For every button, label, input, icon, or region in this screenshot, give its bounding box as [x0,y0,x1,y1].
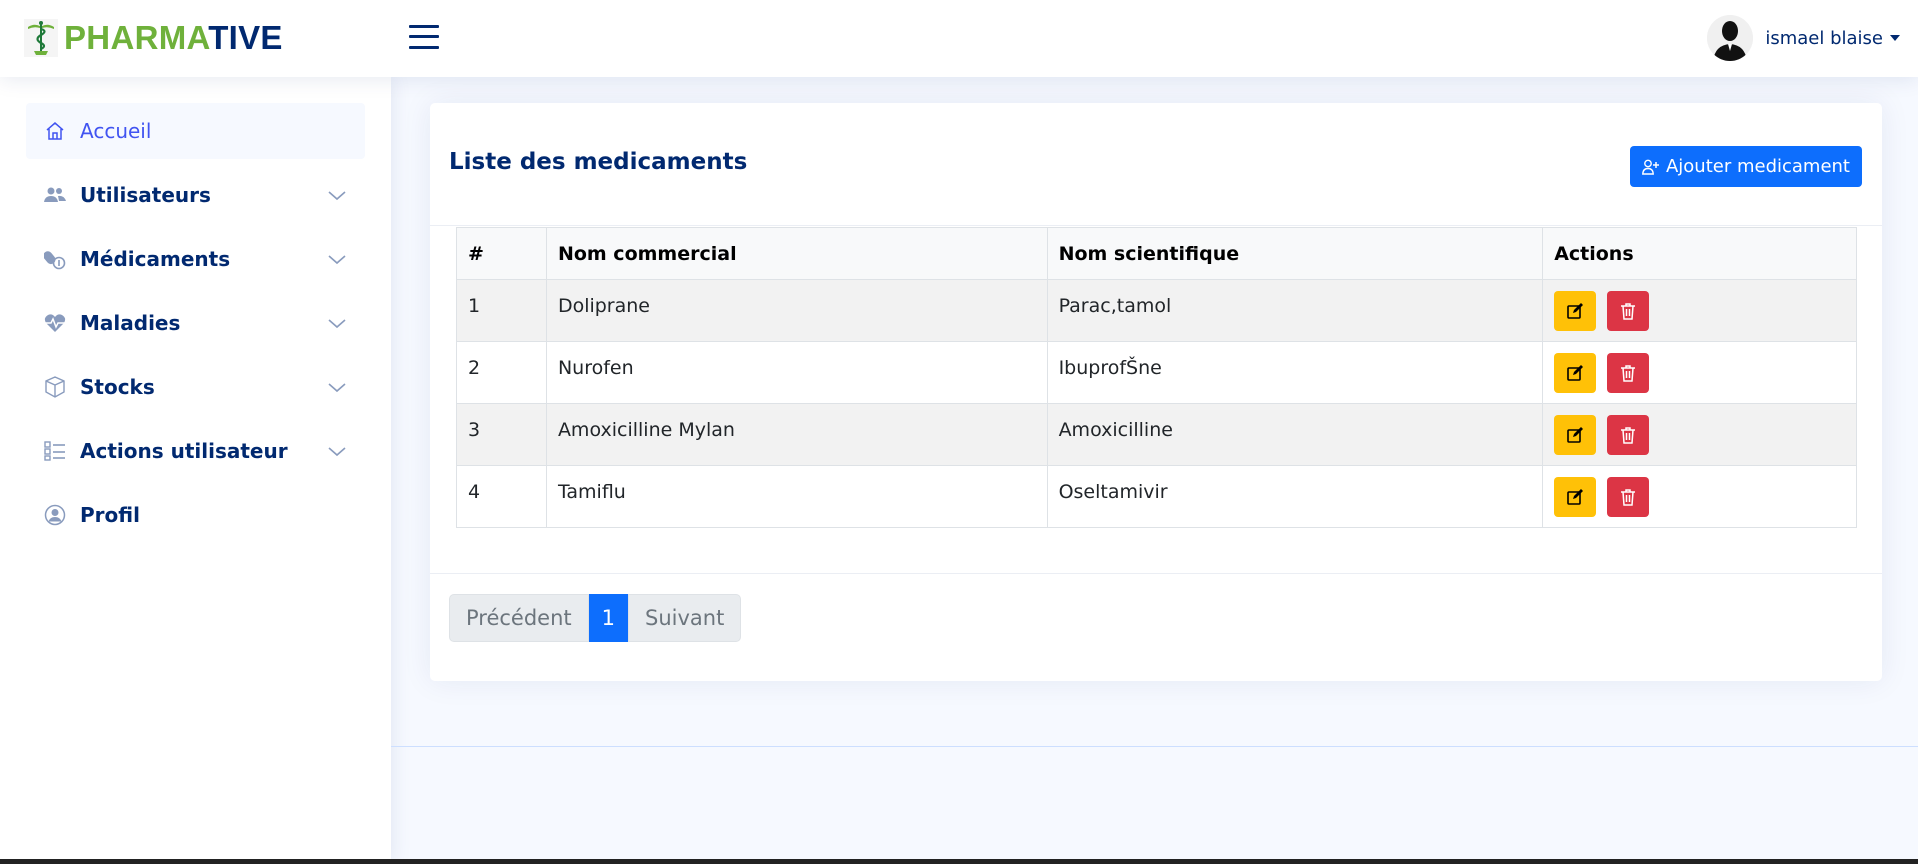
sidebar-item-accueil[interactable]: Accueil [26,103,365,159]
sidebar-item-profil[interactable]: Profil [26,487,365,543]
delete-button[interactable] [1607,477,1650,517]
sidebar-item-label: Accueil [80,119,152,143]
logo[interactable]: PHARMATIVE [24,18,283,58]
cell-actions [1542,341,1857,404]
people-icon [44,184,66,206]
cell-actions [1542,403,1857,466]
avatar [1707,15,1754,61]
pencil-square-icon [1567,303,1584,319]
pagination-page-current[interactable]: 1 [588,594,629,642]
medicaments-card: Liste des medicaments Ajouter medicament… [430,103,1882,681]
sidebar-item-medicaments[interactable]: Médicaments [26,231,365,287]
sidebar-item-label: Actions utilisateur [80,439,288,463]
table-row: 2 Nurofen IbuprofŠne [456,341,1857,404]
cell-nom-scientifique: IbuprofŠne [1046,341,1544,404]
caret-down-icon [1890,35,1900,41]
pagination: Précédent 1 Suivant [449,594,742,642]
cell-number: 3 [456,403,547,466]
sidebar-item-actions-utilisateur[interactable]: Actions utilisateur [26,423,365,479]
cell-nom-scientifique: Oseltamivir [1046,465,1544,528]
brand-name-part1: PHARMA [64,19,209,56]
chevron-down-icon [328,255,346,265]
brand-name-part2: TIVE [208,19,283,56]
trash-icon [1621,427,1636,444]
cell-nom-commercial: Doliprane [545,279,1048,342]
table-header-row: # Nom commercial Nom scientifique Action… [456,227,1857,280]
add-medicament-button[interactable]: Ajouter medicament [1629,146,1862,187]
sidebar-toggle-hamburger-icon[interactable] [409,23,439,51]
delete-button[interactable] [1607,291,1650,331]
column-header-actions: Actions [1542,227,1857,280]
table-row: 3 Amoxicilline Mylan Amoxicilline [456,403,1857,466]
delete-button[interactable] [1607,415,1650,455]
pharmacy-logo-icon [24,19,58,57]
sidebar-item-maladies[interactable]: Maladies [26,295,365,351]
card-footer: Précédent 1 Suivant [430,573,1882,681]
sidebar: Accueil Utilisateurs Médicaments Maladie… [0,77,391,864]
sidebar-item-utilisateurs[interactable]: Utilisateurs [26,167,365,223]
chevron-down-icon [328,383,346,393]
top-header: PHARMATIVE ismael blaise [0,0,1918,77]
cell-number: 2 [456,341,547,404]
edit-button[interactable] [1554,477,1597,517]
sidebar-item-label: Profil [80,503,140,527]
delete-button[interactable] [1607,353,1650,393]
cell-actions [1542,465,1857,528]
edit-button[interactable] [1554,415,1597,455]
sidebar-item-label: Médicaments [80,247,231,271]
column-header-nom-commercial: Nom commercial [545,227,1048,280]
pencil-square-icon [1567,427,1584,443]
brand-name: PHARMATIVE [64,19,283,57]
cell-nom-commercial: Tamiflu [545,465,1048,528]
cell-nom-scientifique: Parac,tamol [1046,279,1544,342]
cell-actions [1542,279,1857,342]
sidebar-item-label: Stocks [80,375,155,399]
chevron-down-icon [328,191,346,201]
person-plus-icon [1642,159,1659,175]
pagination-next[interactable]: Suivant [628,594,742,642]
chevron-down-icon [328,447,346,457]
footer-divider [391,746,1918,747]
add-medicament-label: Ajouter medicament [1665,156,1850,177]
sidebar-item-label: Utilisateurs [80,183,211,207]
trash-icon [1621,489,1636,506]
box-icon [44,376,66,398]
user-profile-dropdown[interactable]: ismael blaise [1707,14,1900,62]
chevron-down-icon [328,319,346,329]
pencil-square-icon [1567,489,1584,505]
column-header-nom-scientifique: Nom scientifique [1046,227,1544,280]
pencil-square-icon [1567,365,1584,381]
edit-button[interactable] [1554,353,1597,393]
column-header-number: # [456,227,547,280]
sidebar-item-label: Maladies [80,311,181,335]
table-row: 4 Tamiflu Oseltamivir [456,465,1857,528]
cell-number: 1 [456,279,547,342]
edit-button[interactable] [1554,291,1597,331]
sidebar-item-stocks[interactable]: Stocks [26,359,365,415]
list-check-icon [44,440,66,462]
trash-icon [1621,303,1636,320]
table-row: 1 Doliprane Parac,tamol [456,279,1857,342]
person-circle-icon [44,504,66,526]
cell-nom-scientifique: Amoxicilline [1046,403,1544,466]
medicaments-table: # Nom commercial Nom scientifique Action… [456,227,1857,528]
card-header: Liste des medicaments Ajouter medicament [430,103,1882,226]
cell-nom-commercial: Nurofen [545,341,1048,404]
cell-number: 4 [456,465,547,528]
user-silhouette-icon [1707,15,1754,61]
capsule-icon [44,248,66,270]
trash-icon [1621,365,1636,382]
cell-nom-commercial: Amoxicilline Mylan [545,403,1048,466]
pagination-previous[interactable]: Précédent [449,594,589,642]
house-icon [44,120,66,142]
user-name: ismael blaise [1765,27,1883,49]
heart-pulse-icon [44,312,66,334]
bottom-edge-bar [0,859,1918,864]
page-title: Liste des medicaments [449,149,748,175]
